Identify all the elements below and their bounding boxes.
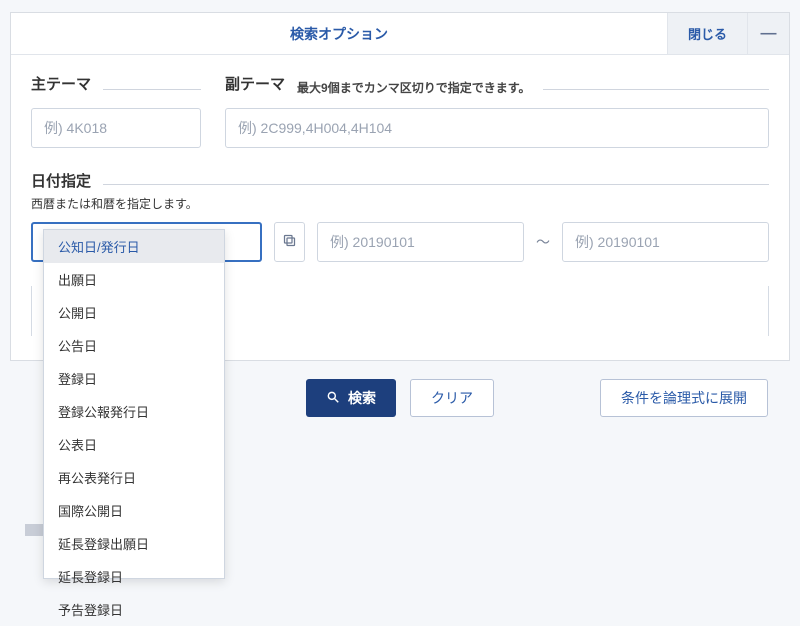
panel-header: 検索オプション 閉じる — [11,13,789,55]
search-button[interactable]: 検索 [306,379,396,417]
divider [543,89,770,90]
clear-button[interactable]: クリア [410,379,494,417]
collapse-button[interactable]: — [747,13,789,54]
sub-theme-note: 最大9個までカンマ区切りで指定できます。 [297,79,530,96]
dropdown-item[interactable]: 再公表発行日 [44,461,224,494]
range-separator: 〜 [536,232,550,252]
dropdown-item[interactable]: 公開日 [44,296,224,329]
copy-button[interactable] [274,222,305,262]
copy-icon [282,233,297,252]
date-section-label: 日付指定 [31,170,91,191]
dropdown-item[interactable]: 公知日/発行日 [44,230,224,263]
dropdown-item[interactable]: 延長登録日 [44,560,224,593]
date-from-input[interactable] [317,222,524,262]
date-note: 西暦または和暦を指定します。 [31,195,769,212]
main-theme-input[interactable] [31,108,201,148]
search-icon [326,390,340,407]
dropdown-item[interactable]: 予告登録日 [44,593,224,626]
dropdown-item[interactable]: 公表日 [44,428,224,461]
sub-theme-input[interactable] [225,108,769,148]
dropdown-item[interactable]: 公告日 [44,329,224,362]
dropdown-item[interactable]: 出願日 [44,263,224,296]
close-button[interactable]: 閉じる [667,13,747,54]
dropdown-item[interactable]: 延長登録出願日 [44,527,224,560]
expand-logic-button[interactable]: 条件を論理式に展開 [600,379,768,417]
search-button-label: 検索 [348,388,376,408]
date-to-input[interactable] [562,222,769,262]
dropdown-item[interactable]: 登録公報発行日 [44,395,224,428]
date-type-dropdown[interactable]: 公知日/発行日出願日公開日公告日登録日登録公報発行日公表日再公表発行日国際公開日… [43,229,225,579]
divider [103,184,769,185]
divider [103,89,201,90]
panel-title: 検索オプション [11,13,667,54]
dropdown-item[interactable]: 国際公開日 [44,494,224,527]
sub-theme-label: 副テーマ [225,73,285,96]
main-theme-label: 主テーマ [31,73,91,96]
dropdown-item[interactable]: 登録日 [44,362,224,395]
theme-row: 主テーマ 副テーマ 最大9個までカンマ区切りで指定できます。 [31,73,769,148]
